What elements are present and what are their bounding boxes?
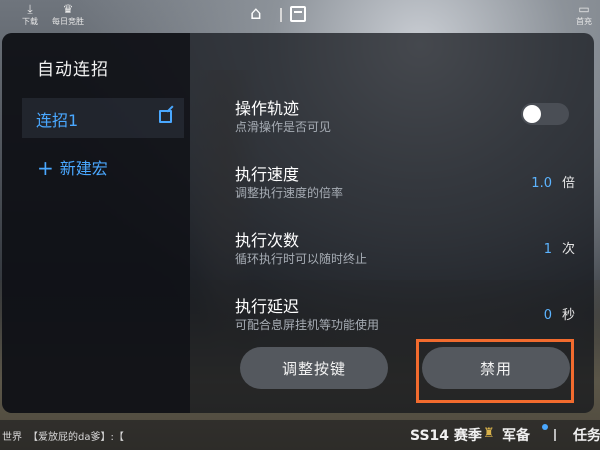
macro-label: 连招1	[36, 111, 79, 130]
notification-dot	[542, 424, 548, 430]
download-label: 下载	[22, 17, 38, 26]
bottom-bar: 世界 【爱放屁的da爹】:【 SS14 赛季 ♜ 军备 任务	[0, 420, 600, 450]
setting-row-trajectory: 操作轨迹 点滑操作是否可见	[235, 95, 575, 143]
setting-desc: 调整执行速度的倍率	[235, 186, 344, 200]
adjust-keys-button[interactable]: 调整按键	[240, 347, 388, 389]
divider	[554, 429, 556, 441]
setting-desc: 循环执行时可以随时终止	[235, 252, 368, 266]
trophy-icon: ♛	[62, 2, 74, 16]
setting-name: 执行延迟	[235, 297, 300, 316]
daily-label: 每日竞胜	[52, 17, 84, 26]
value-unit: 倍	[561, 176, 575, 191]
delay-value[interactable]: 0秒	[544, 304, 575, 323]
setting-name: 操作轨迹	[235, 99, 300, 118]
home-icon[interactable]: ⌂	[250, 4, 261, 24]
value-unit: 秒	[561, 308, 575, 323]
panel-title: 自动连招	[37, 60, 109, 80]
recharge-label: 首充	[576, 17, 592, 26]
chat-text: 【爱放屁的da爹】:【	[28, 432, 124, 443]
new-macro-button[interactable]: + 新建宏	[37, 155, 108, 180]
edit-icon[interactable]	[159, 110, 172, 123]
divider	[280, 8, 282, 22]
setting-row-delay: 执行延迟 可配合息屏挂机等功能使用 0秒	[235, 293, 575, 341]
top-bar: ⤓ 下载 ♛ 每日竞胜 ⌂ ▭ 首充	[0, 0, 600, 30]
recharge-button[interactable]: ▭ 首充	[576, 2, 592, 27]
tasks-button[interactable]: 任务	[573, 425, 600, 445]
macro-sidebar: 自动连招 连招1 + 新建宏	[2, 33, 190, 413]
setting-row-speed: 执行速度 调整执行速度的倍率 1.0 倍	[235, 161, 575, 209]
disable-button[interactable]: 禁用	[422, 347, 570, 389]
setting-desc: 点滑操作是否可见	[235, 120, 332, 134]
armory-button[interactable]: 军备	[502, 425, 530, 445]
download-button[interactable]: ⤓ 下载	[22, 2, 38, 27]
calendar-icon[interactable]	[290, 6, 306, 22]
setting-name: 执行速度	[235, 165, 300, 184]
season-button[interactable]: SS14 赛季	[410, 425, 482, 445]
setting-name: 执行次数	[235, 231, 300, 250]
chat-channel: 世界	[2, 432, 22, 443]
gift-icon: ▭	[578, 2, 590, 16]
macro-item-1[interactable]: 连招1	[22, 98, 184, 138]
value-unit: 次	[561, 242, 575, 257]
speed-value[interactable]: 1.0 倍	[531, 172, 575, 191]
value-number: 1.0	[531, 176, 552, 191]
value-number: 0	[543, 308, 552, 323]
daily-button[interactable]: ♛ 每日竞胜	[52, 2, 84, 27]
download-icon: ⤓	[27, 2, 33, 16]
auto-combo-panel: 自动连招 连招1 + 新建宏 操作轨迹 点滑操作是否可见 执行速度 调整执行速度的…	[2, 33, 594, 413]
armory-icon: ♜	[483, 426, 495, 441]
plus-icon: +	[37, 156, 54, 180]
setting-desc: 可配合息屏挂机等功能使用	[235, 318, 380, 332]
new-macro-label: 新建宏	[59, 159, 108, 178]
count-value[interactable]: 1次	[544, 238, 575, 257]
chat-line[interactable]: 世界 【爱放屁的da爹】:【	[2, 428, 124, 443]
trajectory-toggle[interactable]	[521, 103, 569, 125]
setting-row-count: 执行次数 循环执行时可以随时终止 1次	[235, 227, 575, 275]
toggle-knob	[523, 105, 541, 123]
value-number: 1	[543, 242, 552, 257]
